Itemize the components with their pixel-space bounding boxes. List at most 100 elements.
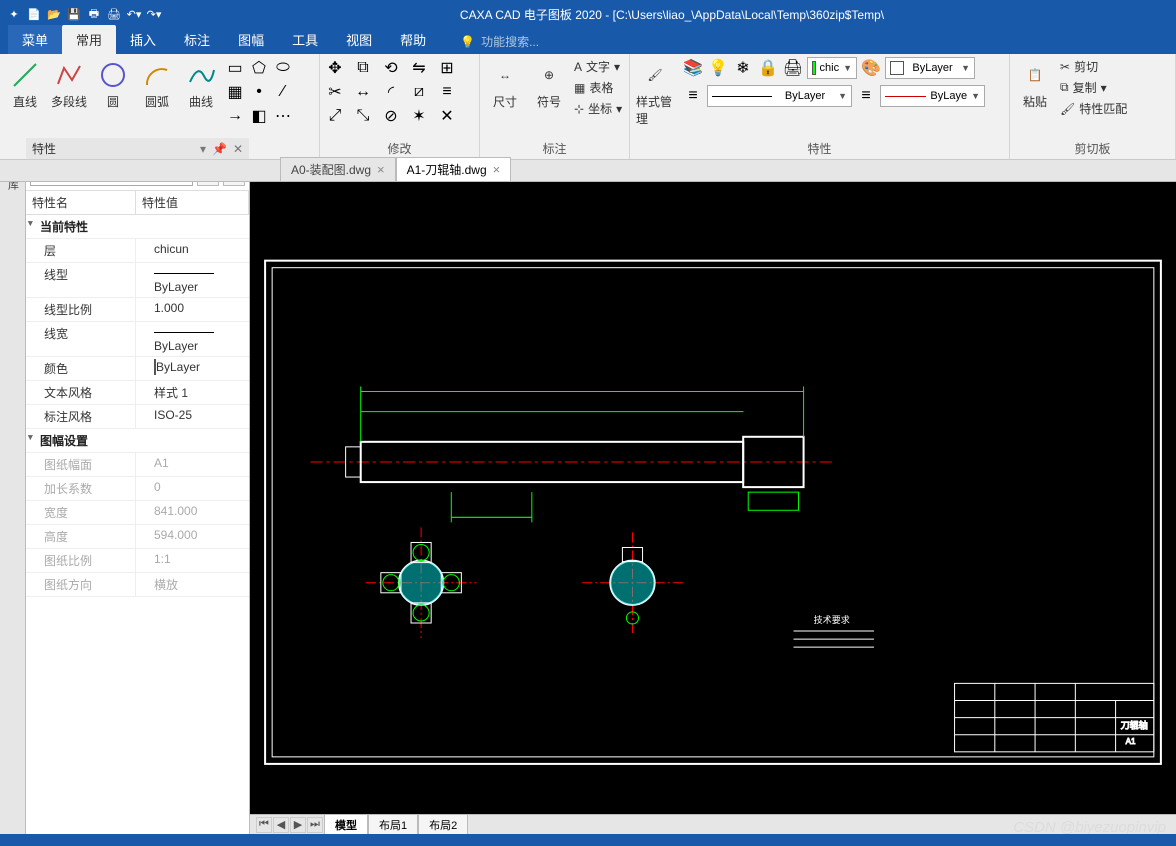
copy-icon[interactable]: ⧉ [352, 57, 374, 79]
erase-icon[interactable]: ✕ [436, 105, 458, 127]
layer-combo[interactable]: chic▼ [807, 57, 857, 79]
line-button[interactable]: 直线 [4, 57, 46, 112]
prop-row[interactable]: 颜色ByLayer [26, 356, 249, 380]
lock-icon[interactable]: 🔒 [757, 57, 779, 79]
save-icon[interactable]: 💾 [66, 6, 82, 22]
table-button[interactable]: ▦表格 [572, 78, 624, 97]
dimension-button[interactable]: ↔尺寸 [484, 57, 526, 112]
print-preview-icon[interactable]: 🖶 [86, 6, 102, 22]
offset-icon[interactable]: ≡ [436, 81, 458, 103]
mirror-icon[interactable]: ⇋ [408, 57, 430, 79]
prop-row[interactable]: 宽度841.000 [26, 500, 249, 524]
app-icon[interactable]: ✦ [6, 6, 22, 22]
explode-icon[interactable]: ✶ [408, 105, 430, 127]
ellipse-icon[interactable]: ⬭ [272, 57, 294, 79]
prop-section-title[interactable]: 当前特性 [26, 215, 249, 238]
paste-button[interactable]: 📋粘贴 [1014, 57, 1056, 112]
region-icon[interactable]: ◧ [248, 105, 270, 127]
prop-row[interactable]: 标注风格ISO-25 [26, 404, 249, 428]
doc-tab-inactive[interactable]: A0-装配图.dwg× [280, 157, 396, 181]
prop-section-title[interactable]: 图幅设置 [26, 429, 249, 452]
tab-view[interactable]: 视图 [332, 25, 386, 54]
style-manage-button[interactable]: 🖌样式管理 [634, 57, 676, 129]
lineweight-icon[interactable]: ≡ [855, 85, 877, 107]
coord-button[interactable]: ⊹坐标▾ [572, 99, 624, 118]
close-icon[interactable]: × [493, 162, 501, 177]
prop-row[interactable]: 图纸比例1:1 [26, 548, 249, 572]
polygon-icon[interactable]: ⬠ [248, 57, 270, 79]
freeze-icon[interactable]: ❄ [732, 57, 754, 79]
prop-row[interactable]: 文本风格样式 1 [26, 380, 249, 404]
fillet-icon[interactable]: ◜ [380, 81, 402, 103]
scale-icon[interactable]: ⤡ [352, 105, 374, 127]
stretch-icon[interactable]: ⤢ [324, 105, 346, 127]
extend-icon[interactable]: ↔ [352, 81, 374, 103]
tab-common[interactable]: 常用 [62, 25, 116, 54]
arc-button[interactable]: 圆弧 [136, 57, 178, 112]
open-icon[interactable]: 📂 [46, 6, 62, 22]
group-label-clipboard: 剪切板 [1014, 138, 1171, 159]
move-icon[interactable]: ✥ [324, 57, 346, 79]
bulb-icon[interactable]: 💡 [707, 57, 729, 79]
point-icon[interactable]: • [248, 81, 270, 103]
color-combo[interactable]: ByLayer▼ [885, 57, 975, 79]
plot-icon[interactable]: 🖨 [782, 57, 804, 79]
tab-annotate[interactable]: 标注 [170, 25, 224, 54]
symbol-button[interactable]: ⊕符号 [528, 57, 570, 112]
tab-insert[interactable]: 插入 [116, 25, 170, 54]
linetype-combo[interactable]: ByLayer▼ [707, 85, 852, 107]
rect-icon[interactable]: ▭ [224, 57, 246, 79]
layer-color-swatch [812, 61, 816, 75]
close-icon[interactable]: ✕ [233, 142, 243, 156]
tab-help[interactable]: 帮助 [386, 25, 440, 54]
linetype-icon[interactable]: ≡ [682, 85, 704, 107]
circle-button[interactable]: 圆 [92, 57, 134, 112]
close-icon[interactable]: × [377, 162, 385, 177]
function-search[interactable]: 💡 功能搜索... [460, 33, 539, 54]
layer-manager-icon[interactable]: 📚 [682, 57, 704, 79]
redo-icon[interactable]: ↷▾ [146, 6, 162, 22]
prop-row[interactable]: 线型比例1.000 [26, 297, 249, 321]
print-icon[interactable]: 🖨 [106, 6, 122, 22]
lineweight-combo[interactable]: ByLaye▼ [880, 85, 985, 107]
prop-row[interactable]: 高度594.000 [26, 524, 249, 548]
new-icon[interactable]: 📄 [26, 6, 42, 22]
prop-row[interactable]: 加长系数0 [26, 476, 249, 500]
prop-row[interactable]: 图纸方向横放 [26, 572, 249, 596]
layout-tab-1[interactable]: 布局1 [368, 814, 418, 835]
hatch-icon[interactable]: ▦ [224, 81, 246, 103]
tab-last-icon[interactable]: ⏭ [307, 817, 323, 833]
color-wheel-icon[interactable]: 🎨 [860, 57, 882, 79]
tab-next-icon[interactable]: ▶ [290, 817, 306, 833]
tab-sheet[interactable]: 图幅 [224, 25, 278, 54]
more-draw-icon[interactable]: ⋯ [272, 105, 294, 127]
xline-icon[interactable]: ∕ [272, 81, 294, 103]
tab-prev-icon[interactable]: ◀ [273, 817, 289, 833]
prop-row[interactable]: 线型 ByLayer [26, 262, 249, 297]
pin-icon[interactable]: 📌 [212, 142, 227, 156]
prop-row[interactable]: 图纸幅面A1 [26, 452, 249, 476]
trim-icon[interactable]: ✂ [324, 81, 346, 103]
doc-tab-active[interactable]: A1-刀辊轴.dwg× [396, 157, 512, 181]
polyline-button[interactable]: 多段线 [48, 57, 90, 112]
spline-button[interactable]: 曲线 [180, 57, 222, 112]
text-button[interactable]: A文字▾ [572, 57, 624, 76]
layout-tab-model[interactable]: 模型 [324, 814, 368, 835]
match-properties-button[interactable]: 🖌特性匹配 [1058, 99, 1129, 118]
cut-button[interactable]: ✂剪切 [1058, 57, 1129, 76]
copy-button[interactable]: ⧉复制▾ [1058, 78, 1129, 97]
layout-tab-2[interactable]: 布局2 [418, 814, 468, 835]
tab-tools[interactable]: 工具 [278, 25, 332, 54]
tab-first-icon[interactable]: ⏮ [256, 817, 272, 833]
dropdown-icon[interactable]: ▾ [200, 142, 206, 156]
rotate-icon[interactable]: ⟲ [380, 57, 402, 79]
chamfer-icon[interactable]: ⧄ [408, 81, 430, 103]
drawing-canvas[interactable]: 技术要求 刀辊轴 A1 ⏮ ◀ ▶ ⏭ 模型 布局1 布局2 [250, 160, 1176, 834]
break-icon[interactable]: ⊘ [380, 105, 402, 127]
undo-icon[interactable]: ↶▾ [126, 6, 142, 22]
prop-row[interactable]: 线宽 ByLayer [26, 321, 249, 356]
prop-row[interactable]: 层chicun [26, 238, 249, 262]
ray-icon[interactable]: → [224, 105, 246, 127]
menu-file[interactable]: 菜单 [8, 25, 62, 54]
array-icon[interactable]: ⊞ [436, 57, 458, 79]
